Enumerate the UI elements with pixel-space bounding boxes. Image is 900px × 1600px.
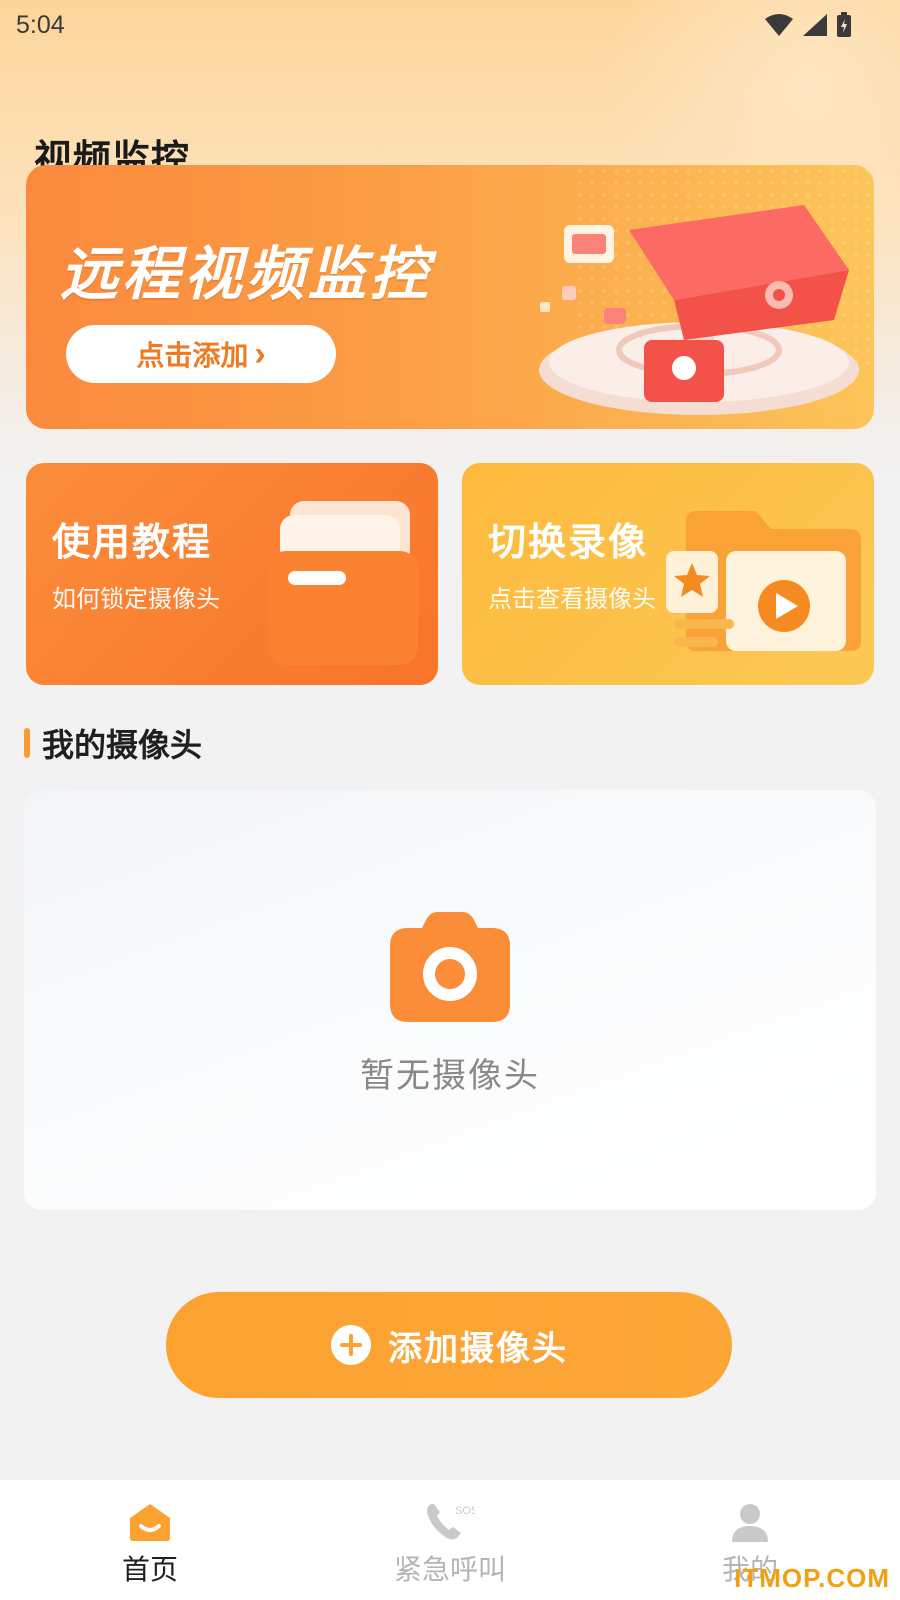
- section-title: 我的摄像头: [42, 726, 203, 764]
- switch-recording-card[interactable]: 切换录像 点击查看摄像头: [462, 463, 874, 685]
- video-folder-icon: [666, 511, 861, 651]
- add-camera-button[interactable]: 添加摄像头: [166, 1292, 732, 1398]
- tab-home[interactable]: 首页: [50, 1480, 250, 1600]
- remote-monitor-banner[interactable]: 远程视频监控 点击添加 ›: [26, 165, 874, 429]
- plus-circle-icon: [331, 1325, 371, 1365]
- tab-emergency-call-label: 紧急呼叫: [393, 1553, 506, 1586]
- bottom-tab-bar: 首页 SOS 紧急呼叫 我的 ITMOP.COM: [0, 1480, 900, 1600]
- watermark: ITMOP.COM: [734, 1563, 890, 1593]
- tutorial-card-subtitle: 如何锁定摄像头: [52, 585, 220, 613]
- section-accent-bar: [24, 728, 30, 758]
- tab-emergency-call[interactable]: SOS 紧急呼叫: [350, 1480, 550, 1600]
- camera-icon: [390, 912, 510, 1022]
- status-time: 5:04: [16, 10, 65, 39]
- signal-icon: [803, 14, 827, 36]
- switch-recording-card-title: 切换录像: [488, 520, 649, 564]
- banner-title: 远程视频监控: [60, 240, 433, 308]
- banner-add-label: 点击添加: [136, 340, 249, 371]
- tab-home-label: 首页: [121, 1553, 178, 1586]
- battery-icon: [837, 12, 851, 37]
- status-icons: [764, 12, 852, 38]
- wifi-icon: [765, 14, 793, 36]
- status-bar: 5:04: [0, 0, 900, 50]
- section-header: 我的摄像头: [24, 720, 202, 766]
- tutorial-card[interactable]: 使用教程 如何锁定摄像头: [26, 463, 438, 685]
- empty-state-text: 暂无摄像头: [360, 1056, 540, 1096]
- switch-recording-card-subtitle: 点击查看摄像头: [488, 585, 656, 613]
- chevron-right-icon: ›: [254, 334, 266, 373]
- user-icon: [730, 1498, 770, 1542]
- folder-icon: [268, 501, 418, 665]
- phone-sos-icon: SOS: [425, 1498, 475, 1542]
- security-camera-icon: [539, 205, 859, 415]
- svg-text:SOS: SOS: [455, 1505, 475, 1517]
- camera-list-empty-panel: 暂无摄像头: [24, 790, 876, 1210]
- banner-add-button[interactable]: 点击添加 ›: [66, 325, 336, 383]
- tutorial-card-title: 使用教程: [52, 520, 213, 564]
- home-icon: [128, 1498, 172, 1542]
- add-camera-label: 添加摄像头: [388, 1329, 568, 1368]
